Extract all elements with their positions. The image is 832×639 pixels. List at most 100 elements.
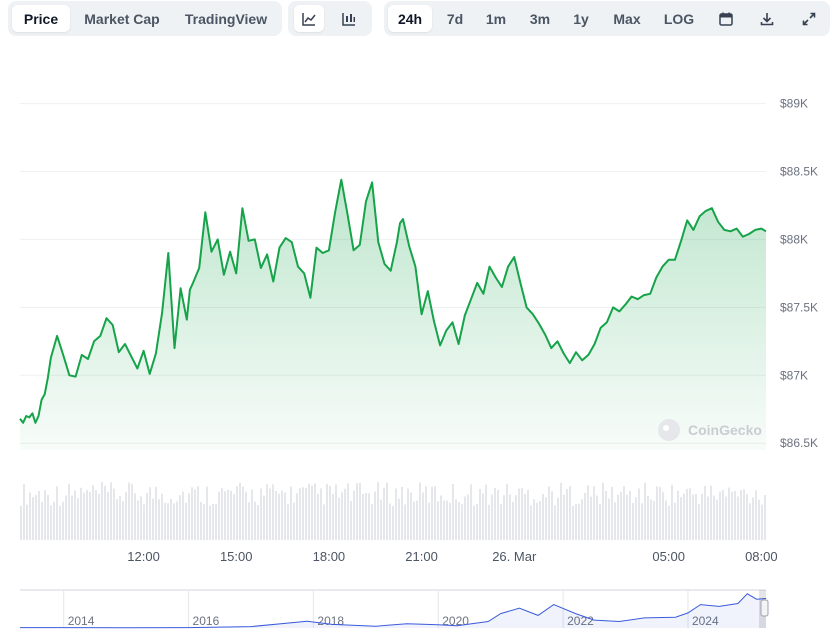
volume-bar	[713, 495, 715, 540]
volume-bar	[629, 490, 631, 540]
volume-bar	[689, 488, 691, 540]
navigator[interactable]: 2014 2016 2018 2020 2022 2024	[20, 589, 769, 629]
price-area-fill	[20, 179, 766, 450]
volume-bar	[665, 500, 667, 540]
volume-bar	[512, 501, 514, 540]
volume-bar	[188, 493, 190, 540]
volume-bar	[86, 490, 88, 540]
volume-bar	[197, 486, 199, 540]
volume-bar	[503, 495, 505, 540]
volume-bar	[560, 482, 562, 540]
volume-bar	[725, 496, 727, 540]
volume-bar	[317, 493, 319, 540]
volume-bar	[149, 487, 151, 540]
volume-bar	[212, 503, 214, 540]
volume-bar	[80, 487, 82, 540]
volume-bar	[470, 484, 472, 540]
volume-bar	[56, 486, 58, 540]
volume-bar	[755, 490, 757, 540]
volume-bar	[158, 499, 160, 540]
volume-bar	[200, 501, 202, 540]
volume-bar	[98, 493, 100, 540]
volume-bar	[656, 486, 658, 540]
x-tick-label: 21:00	[405, 549, 438, 564]
volume-bar	[365, 492, 367, 540]
volume-bar	[110, 482, 112, 540]
navigator-year-label: 2016	[193, 614, 220, 628]
volume-bar	[77, 498, 79, 540]
volume-bar	[374, 491, 376, 540]
volume-bar	[485, 484, 487, 540]
volume-bar	[551, 491, 553, 540]
volume-bar	[293, 502, 295, 540]
volume-bar	[248, 502, 250, 540]
volume-bar	[314, 483, 316, 540]
volume-bar	[467, 494, 469, 540]
volume-bar	[509, 494, 511, 540]
volume-bar	[350, 501, 352, 540]
volume-bar	[500, 503, 502, 540]
volume-bar	[686, 488, 688, 540]
volume-bar	[584, 492, 586, 540]
volume-bar	[68, 483, 70, 540]
volume-bar	[710, 485, 712, 540]
volume-bar	[59, 505, 61, 540]
volume-bar	[359, 482, 361, 540]
y-tick-label: $87K	[780, 368, 808, 382]
volume-bar	[527, 489, 529, 540]
volume-bar	[641, 503, 643, 540]
volume-bar	[65, 495, 67, 540]
volume-bar	[617, 494, 619, 540]
volume-bar	[590, 496, 592, 540]
volume-bar	[659, 486, 661, 540]
volume-bar	[752, 497, 754, 540]
volume-bar	[368, 493, 370, 540]
volume-bar	[437, 501, 439, 540]
volume-bar	[446, 500, 448, 540]
volume-bar	[554, 505, 556, 540]
volume-bar	[581, 499, 583, 540]
volume-bar	[239, 482, 241, 540]
volume-bar	[572, 505, 574, 540]
volume-bar	[218, 491, 220, 540]
volume-bar	[245, 491, 247, 540]
coingecko-watermark: CoinGecko	[658, 419, 762, 441]
volume-bar	[275, 491, 277, 540]
navigator-handle[interactable]	[760, 599, 769, 617]
volume-bar	[179, 495, 181, 540]
volume-bar	[89, 492, 91, 540]
volume-bar	[734, 490, 736, 540]
volume-bar	[143, 504, 145, 540]
volume-bar	[515, 495, 517, 540]
x-axis-labels: 12:00 15:00 18:00 21:00 26. Mar 05:00 08:00	[127, 549, 777, 564]
volume-bar	[431, 486, 433, 540]
volume-bar	[626, 494, 628, 540]
volume-bar	[191, 487, 193, 540]
x-tick-label: 18:00	[313, 549, 346, 564]
price-chart: $89K $88.5K $88K $87.5K $87K $86.5K 12:00 15:0…	[19, 97, 818, 629]
volume-bar	[338, 497, 340, 540]
volume-bar	[281, 490, 283, 540]
volume-bar	[131, 483, 133, 540]
volume-bar	[320, 488, 322, 540]
volume-bar	[272, 484, 274, 540]
volume-bar	[38, 490, 40, 540]
volume-bar	[140, 496, 142, 540]
x-tick-label: 08:00	[745, 549, 778, 564]
volume-bar	[74, 490, 76, 540]
volume-bar	[242, 486, 244, 540]
volume-bar	[611, 486, 613, 540]
price-area	[20, 179, 766, 450]
volume-bar	[455, 499, 457, 540]
volume-bar	[545, 497, 547, 540]
volume-bar	[425, 486, 427, 540]
volume-bar	[170, 498, 172, 540]
volume-bar	[20, 506, 22, 540]
volume-bar	[569, 486, 571, 540]
y-tick-label: $89K	[780, 97, 808, 111]
volume-bar	[326, 483, 328, 540]
y-tick-label: $87.5K	[780, 300, 818, 314]
volume-bar	[443, 500, 445, 540]
volume-bar	[440, 495, 442, 540]
volume-bar	[419, 482, 421, 540]
